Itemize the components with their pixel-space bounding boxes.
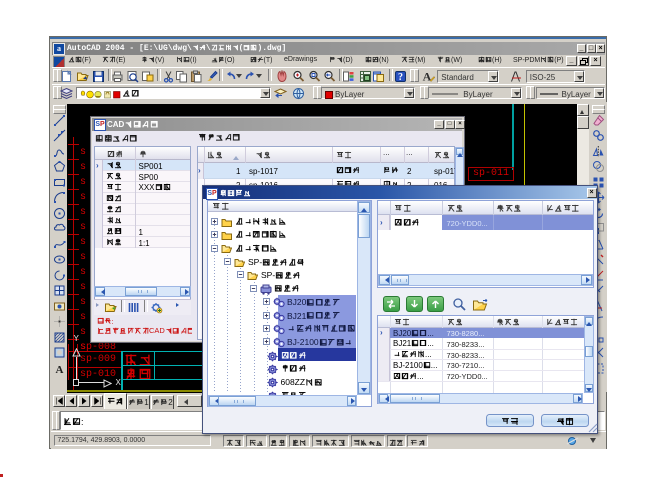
svg-text:?: ? (398, 72, 403, 83)
svg-text:A: A (55, 364, 63, 375)
